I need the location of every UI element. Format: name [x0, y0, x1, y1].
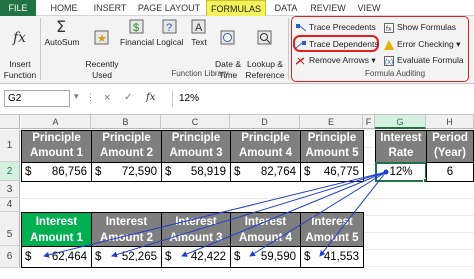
date-time-button[interactable]: Date & Time [212, 17, 244, 80]
row-header-2[interactable]: 2 [0, 162, 20, 181]
formula-input[interactable]: 12% [172, 90, 470, 107]
error-checking-button[interactable]: Error Checking ▾ [384, 37, 460, 51]
name-box-dropdown-icon[interactable]: ▾ [74, 91, 79, 102]
error-checking-icon [384, 39, 394, 50]
value-cell-c2[interactable]: $58,919 [161, 162, 231, 182]
header-cell-c5[interactable]: Interest Amount 3 [161, 212, 231, 247]
clock-book-icon [220, 30, 235, 45]
value-cell-c6[interactable]: $42,422 [161, 246, 231, 268]
star-book-icon: ★ [94, 30, 109, 45]
svg-text:fx: fx [12, 30, 26, 46]
select-all-corner[interactable] [0, 115, 20, 129]
ribbon-separator [40, 18, 41, 80]
value-cell-b6[interactable]: $52,265 [91, 246, 162, 268]
cancel-icon[interactable]: × [104, 92, 110, 104]
trace-precedents-icon [296, 23, 306, 32]
svg-text:(x): (x) [385, 59, 393, 66]
row-header-1[interactable]: 1 [0, 130, 20, 162]
tab-file[interactable]: FILE [0, 0, 36, 16]
column-header-b[interactable]: B [91, 115, 161, 129]
tab-data[interactable]: DATA [270, 0, 302, 16]
name-box[interactable]: G2 [4, 90, 70, 107]
header-cell-h1[interactable]: Period (Year) [426, 130, 474, 163]
autosum-button[interactable]: Σ AutoSum [42, 17, 82, 67]
tab-home[interactable]: HOME [44, 0, 84, 16]
financial-book-icon: $ [129, 19, 144, 34]
interest-rate-cell-g2[interactable]: 12% [375, 162, 427, 182]
lookup-reference-button[interactable]: Lookup & Reference [244, 17, 286, 80]
formula-bar-grip-icon: ⋮ [86, 92, 95, 102]
svg-text:$: $ [133, 22, 139, 34]
logical-book-icon: ? [162, 19, 177, 34]
tab-formulas[interactable]: FORMULAS [206, 0, 266, 16]
header-cell-a5[interactable]: Interest Amount 1 [21, 212, 92, 247]
period-cell-h2[interactable]: 6 [426, 162, 474, 182]
lookup-book-icon [257, 30, 272, 45]
svg-text:A: A [195, 22, 203, 34]
svg-text:?: ? [166, 22, 172, 34]
value-cell-e2[interactable]: $46,775 [300, 162, 364, 182]
logical-button[interactable]: ? Logical [156, 17, 184, 67]
column-header-h[interactable]: H [426, 115, 474, 129]
column-header-a[interactable]: A [21, 115, 91, 129]
row-header-5[interactable]: 5 [0, 212, 20, 246]
svg-text:Σ: Σ [56, 17, 66, 35]
remove-arrows-button[interactable]: Remove Arrows ▾ [296, 53, 376, 67]
svg-text:fx: fx [386, 26, 392, 33]
fx-icon: fx [12, 30, 26, 46]
value-cell-a2[interactable]: $86,756 [21, 162, 92, 182]
text-book-icon: A [191, 19, 206, 34]
column-header-d[interactable]: D [230, 115, 300, 129]
value-cell-e6[interactable]: $41,553 [300, 246, 364, 268]
column-header-c[interactable]: C [161, 115, 230, 129]
header-cell-e5[interactable]: Interest Amount 5 [300, 212, 364, 247]
column-header-g[interactable]: G [375, 115, 426, 129]
formula-auditing-label: Formula Auditing [364, 69, 426, 78]
show-formulas-icon: fx [384, 22, 394, 33]
evaluate-formula-icon: (x) [384, 55, 394, 66]
trace-dependents-button[interactable]: Trace Dependents [296, 37, 379, 51]
header-cell-b5[interactable]: Interest Amount 2 [91, 212, 162, 247]
sigma-icon: Σ [56, 17, 66, 35]
header-cell-e1[interactable]: Principle Amount 5 [300, 130, 364, 163]
row-header-4[interactable]: 4 [0, 198, 20, 212]
evaluate-formula-button[interactable]: (x) Evaluate Formula [384, 53, 464, 67]
recently-used-button[interactable]: ★ Recently Used [84, 17, 120, 80]
function-library-label: Function Library [171, 69, 229, 78]
row-header-6[interactable]: 6 [0, 246, 20, 268]
header-cell-a1[interactable]: Principle Amount 1 [21, 130, 92, 163]
show-formulas-button[interactable]: fx Show Formulas [384, 20, 456, 34]
chevron-down-icon: ▾ [456, 39, 461, 49]
header-cell-g1[interactable]: Interest Rate [375, 130, 427, 163]
insert-function-icon[interactable]: fx [146, 92, 155, 103]
value-cell-a6[interactable]: $62,464 [21, 246, 92, 268]
value-cell-d6[interactable]: $59,590 [230, 246, 301, 268]
text-button[interactable]: A Text [186, 17, 212, 67]
tab-review[interactable]: REVIEW [306, 0, 350, 16]
column-header-f[interactable]: F [363, 115, 375, 129]
header-cell-c1[interactable]: Principle Amount 3 [161, 130, 231, 163]
value-cell-d2[interactable]: $82,764 [230, 162, 301, 182]
value-cell-b2[interactable]: $72,590 [91, 162, 162, 182]
header-cell-d1[interactable]: Principle Amount 4 [230, 130, 301, 163]
insert-function-button[interactable]: fx Insert Function [2, 17, 38, 80]
trace-precedents-button[interactable]: Trace Precedents [296, 20, 376, 34]
chevron-down-icon: ▾ [371, 55, 376, 65]
financial-button[interactable]: $ Financial [120, 17, 154, 67]
remove-arrows-icon [296, 57, 305, 65]
trace-dependents-icon [296, 40, 306, 49]
enter-icon[interactable]: ✓ [124, 92, 132, 103]
column-header-e[interactable]: E [300, 115, 363, 129]
ribbon-separator [288, 18, 289, 80]
tab-page-layout[interactable]: PAGE LAYOUT [136, 0, 202, 16]
header-cell-b1[interactable]: Principle Amount 2 [91, 130, 162, 163]
svg-text:★: ★ [97, 33, 107, 45]
header-cell-d5[interactable]: Interest Amount 4 [230, 212, 301, 247]
tab-insert[interactable]: INSERT [89, 0, 131, 16]
row-header-3[interactable]: 3 [0, 181, 20, 198]
tab-view[interactable]: VIEW [354, 0, 384, 16]
